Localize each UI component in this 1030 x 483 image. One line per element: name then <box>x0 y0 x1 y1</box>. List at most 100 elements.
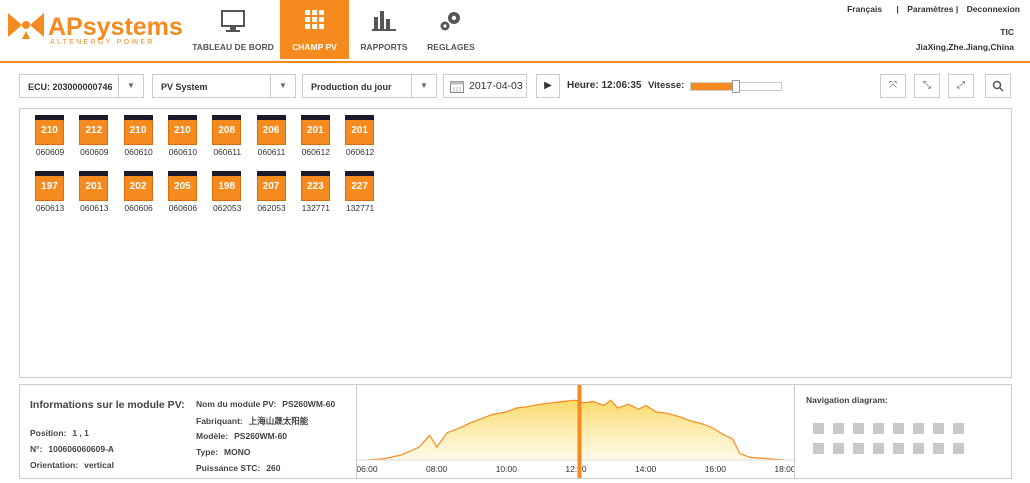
nav-rapports[interactable]: RAPPORTS <box>358 0 410 59</box>
pv-module-frame <box>300 171 330 176</box>
time-cursor[interactable] <box>577 385 582 478</box>
mode-select[interactable]: Production du jour ▼ <box>302 74 437 98</box>
nav-diagram-cell[interactable] <box>813 443 824 454</box>
system-select[interactable]: PV System ▼ <box>152 74 296 98</box>
pv-module[interactable]: 201 060612 <box>300 115 333 157</box>
pv-module[interactable]: 206 060611 <box>256 115 289 157</box>
speed-label: Vitesse: <box>648 80 685 91</box>
pv-module-map: 210 060609 212 060609 210 060610 210 060610 208 0… <box>19 108 1012 378</box>
orientation-line: Orientation: vertical <box>30 460 114 470</box>
x-tick-label: 06:00 <box>357 464 378 474</box>
pv-module-frame <box>123 171 153 176</box>
x-tick-label: 14:00 <box>635 464 657 474</box>
pv-module-frame <box>35 115 64 120</box>
pv-module-power: 205 <box>174 181 191 192</box>
pv-module-frame <box>212 115 242 120</box>
pv-module-power: 212 <box>85 125 103 136</box>
pv-module-power: 208 <box>218 125 236 136</box>
nav-diagram-cell[interactable] <box>953 423 964 434</box>
pv-module-frame <box>79 171 109 176</box>
speed-slider[interactable] <box>690 80 782 93</box>
pv-module-id: 060613 <box>80 203 109 213</box>
settings-link[interactable]: Paramètres | <box>907 4 958 14</box>
pv-module[interactable]: 227 132771 <box>345 171 377 213</box>
nav-diagram-cell[interactable] <box>853 423 864 434</box>
pv-module[interactable]: 197 060613 <box>35 171 67 213</box>
pv-module-power: 201 <box>306 125 324 136</box>
nav-diagram-cell[interactable] <box>813 423 824 434</box>
pv-module-frame <box>345 171 375 176</box>
nav-diagram-cell[interactable] <box>893 423 904 434</box>
caret-down-icon: ▼ <box>118 75 143 97</box>
shrink-icon: ⤡ <box>923 80 931 91</box>
pv-module-frame <box>256 115 286 120</box>
nav-label: REGLAGES <box>427 42 475 52</box>
nav-champ-pv[interactable]: CHAMP PV <box>280 0 349 59</box>
pv-module-id: 060609 <box>80 147 109 157</box>
system-value: PV System <box>161 82 208 92</box>
pv-module[interactable]: 205 060606 <box>167 171 200 213</box>
nav-diagram-cell[interactable] <box>873 443 884 454</box>
nav-diagram-cell[interactable] <box>873 423 884 434</box>
pv-module-frame <box>167 171 197 176</box>
nav-diagram-cell[interactable] <box>933 423 944 434</box>
speed-slider-thumb[interactable] <box>732 80 740 93</box>
pv-module-power: 207 <box>262 181 280 192</box>
header: APsystems ALTENERGY POWER TABLEAU DE BOR… <box>0 0 1030 63</box>
pv-module-power: 197 <box>41 181 58 192</box>
nav-label: TABLEAU DE BORD <box>192 42 274 52</box>
pv-module-power: 223 <box>306 181 324 192</box>
logo-mark-icon <box>8 13 44 39</box>
ecu-select[interactable]: ECU: 203000000746 ▼ <box>19 74 144 98</box>
search-icon <box>992 80 1004 92</box>
nav-tableau-de-bord[interactable]: TABLEAU DE BORD <box>192 0 274 59</box>
pv-module[interactable]: 198 062053 <box>212 171 244 213</box>
pv-module-id: 060610 <box>124 147 153 157</box>
logout-link[interactable]: Deconnexion <box>967 4 1020 14</box>
language-link[interactable]: Français <box>847 4 882 14</box>
date-picker[interactable]: 2017-04-03 <box>443 74 527 98</box>
pv-module-frame <box>35 171 64 176</box>
caret-down-icon: ▼ <box>270 75 295 97</box>
x-tick-label: 16:00 <box>705 464 727 474</box>
nav-diagram-cell[interactable] <box>913 423 924 434</box>
nav-diagram-cell[interactable] <box>833 443 844 454</box>
power-line: Puissance STC: 260 <box>196 463 281 473</box>
pv-module-frame <box>123 115 153 120</box>
pv-module[interactable]: 210 060609 <box>35 115 67 157</box>
pv-module[interactable]: 202 060606 <box>123 171 156 213</box>
pv-module[interactable]: 210 060610 <box>123 115 156 157</box>
pv-module[interactable]: 208 060611 <box>212 115 244 157</box>
expand-button[interactable]: ⤢ <box>948 74 974 98</box>
pv-module[interactable]: 212 060609 <box>79 115 111 157</box>
user-name: TIC <box>1000 27 1014 37</box>
shrink-button[interactable]: ⤡ <box>914 74 940 98</box>
x-tick-label: 10:00 <box>496 464 518 474</box>
apsystems-logo[interactable]: APsystems ALTENERGY POWER <box>6 9 183 46</box>
maker-line: Fabriquant: 上海山晟太阳能 <box>196 416 309 426</box>
pv-module[interactable]: 201 060612 <box>345 115 377 157</box>
mode-value: Production du jour <box>311 82 392 92</box>
position-line: Position: 1 , 1 <box>30 428 89 438</box>
nav-diagram-cell[interactable] <box>833 423 844 434</box>
nav-diagram-cell[interactable] <box>913 443 924 454</box>
nav-reglages[interactable]: REGLAGES <box>423 0 479 59</box>
pv-module-frame <box>345 115 375 120</box>
pv-module[interactable]: 223 132771 <box>300 171 333 213</box>
pv-module[interactable]: 201 060613 <box>79 171 111 213</box>
pv-module[interactable]: 210 060610 <box>167 115 200 157</box>
nav-diagram-cell[interactable] <box>853 443 864 454</box>
nav-diagram-cell[interactable] <box>933 443 944 454</box>
pv-module-id: 060606 <box>168 203 198 213</box>
nav-diagram-cell[interactable] <box>893 443 904 454</box>
grid-icon <box>304 10 324 29</box>
power-chart[interactable]: 06:00 08:00 10:00 12:00 14:00 16:00 18:00 <box>356 385 796 478</box>
play-icon: ▶ <box>544 80 552 91</box>
fit-view-button[interactable]: ⤧ <box>880 74 906 98</box>
nav-diagram-cell[interactable] <box>953 443 964 454</box>
play-button[interactable]: ▶ <box>536 74 560 98</box>
pv-module-id: 060610 <box>168 147 198 157</box>
search-button[interactable] <box>985 74 1011 98</box>
pv-module[interactable]: 207 062053 <box>256 171 289 213</box>
pv-module-id: 060612 <box>345 147 375 157</box>
